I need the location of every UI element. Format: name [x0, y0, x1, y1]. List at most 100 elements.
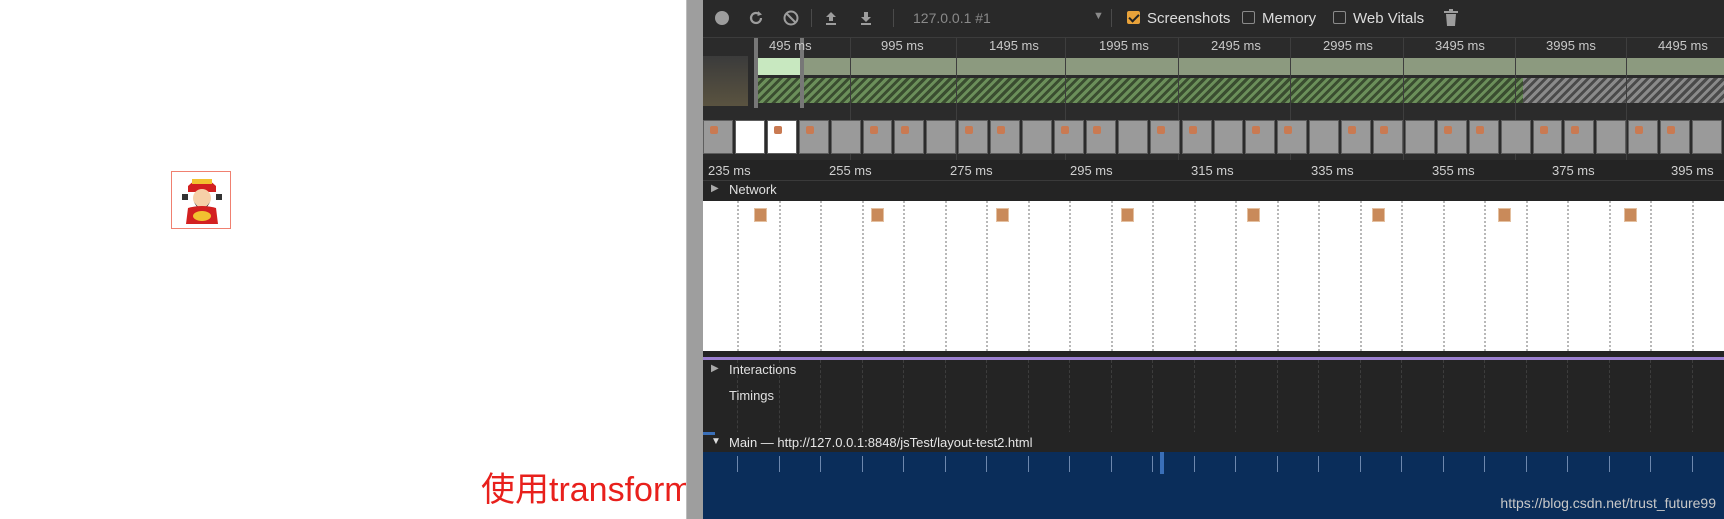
screenshot-thumbnail[interactable] — [1181, 120, 1212, 154]
selection-left-handle[interactable] — [754, 38, 758, 108]
main-task-block[interactable] — [1160, 452, 1164, 474]
screenshot-thumbnail[interactable] — [990, 120, 1021, 154]
main-task-tick[interactable] — [1193, 456, 1195, 472]
upload-icon[interactable] — [821, 8, 841, 28]
network-image-request[interactable] — [754, 208, 767, 222]
screenshots-checkbox[interactable] — [1127, 11, 1140, 24]
network-image-request[interactable] — [1121, 208, 1134, 222]
screenshot-thumbnail[interactable] — [1564, 120, 1595, 154]
network-image-request[interactable] — [996, 208, 1009, 222]
screenshot-thumbnail[interactable] — [1149, 120, 1180, 154]
screenshot-thumbnail[interactable] — [1373, 120, 1403, 154]
time-ruler: 235 ms 255 ms 275 ms 295 ms 315 ms 335 m… — [703, 160, 1724, 181]
main-task-tick[interactable] — [903, 456, 904, 472]
main-task-tick[interactable] — [1359, 456, 1361, 472]
chevron-down-icon[interactable]: ▼ — [1093, 10, 1104, 22]
main-task-tick[interactable] — [1318, 456, 1319, 472]
frame-boundary-line — [1484, 201, 1486, 351]
main-task-tick[interactable] — [1276, 456, 1278, 472]
main-task-tick[interactable] — [820, 456, 821, 472]
network-image-request[interactable] — [1624, 208, 1637, 222]
main-task-tick[interactable] — [986, 456, 987, 472]
triangle-down-icon[interactable]: ▼ — [711, 436, 721, 447]
screenshot-thumbnail[interactable] — [1404, 120, 1435, 154]
screenshot-thumbnail[interactable] — [1628, 120, 1659, 154]
screenshot-thumbnail[interactable] — [798, 120, 829, 154]
thumbnail-figure — [1188, 126, 1197, 134]
screenshot-thumbnail[interactable] — [1468, 120, 1499, 154]
main-track-header[interactable]: ▼ Main — http://127.0.0.1:8848/jsTest/la… — [703, 432, 1724, 452]
main-task-tick[interactable] — [1069, 456, 1070, 472]
screenshot-thumbnail[interactable] — [862, 120, 893, 154]
network-track-header[interactable]: ▶ Network — [703, 181, 1724, 201]
triangle-right-icon[interactable]: ▶ — [711, 363, 719, 374]
thumbnail-figure — [1284, 126, 1293, 134]
screenshot-filmstrip[interactable] — [703, 120, 1724, 158]
main-task-tick[interactable] — [1110, 456, 1112, 472]
screenshot-thumbnail[interactable] — [958, 120, 989, 154]
webvitals-checkbox[interactable] — [1333, 11, 1346, 24]
main-task-tick[interactable] — [1567, 456, 1568, 472]
main-task-tick[interactable] — [778, 456, 780, 472]
main-task-tick[interactable] — [1027, 456, 1029, 472]
triangle-right-icon[interactable]: ▶ — [711, 183, 719, 194]
screenshot-thumbnail[interactable] — [1596, 120, 1627, 154]
main-task-tick[interactable] — [944, 456, 946, 472]
main-task-tick[interactable] — [1442, 456, 1444, 472]
thumbnail-figure — [1475, 126, 1484, 134]
screenshot-thumbnail[interactable] — [926, 120, 957, 154]
frame-boundary-line — [1235, 201, 1237, 351]
screenshot-thumbnail[interactable] — [1532, 120, 1563, 154]
reload-icon[interactable] — [746, 8, 766, 28]
timeline-overview[interactable]: 495 ms 995 ms 1495 ms 1995 ms 2495 ms 29… — [703, 38, 1724, 160]
main-task-tick[interactable] — [1235, 456, 1236, 472]
overview-selection[interactable] — [758, 58, 800, 75]
main-task-tick[interactable] — [1691, 456, 1693, 472]
screenshot-thumbnail[interactable] — [1692, 120, 1722, 154]
screenshot-thumbnail[interactable] — [1660, 120, 1691, 154]
ruler-tick: 235 ms — [708, 163, 751, 178]
frame-boundary-line — [1525, 201, 1528, 351]
main-task-tick[interactable] — [737, 456, 738, 472]
network-image-request[interactable] — [871, 208, 884, 222]
main-task-tick[interactable] — [1650, 456, 1651, 472]
ruler-tick: 315 ms — [1191, 163, 1234, 178]
screenshot-thumbnail[interactable] — [1085, 120, 1116, 154]
download-icon[interactable] — [856, 8, 876, 28]
screenshot-thumbnail[interactable] — [703, 120, 733, 154]
main-task-tick[interactable] — [1608, 456, 1610, 472]
clear-icon[interactable] — [781, 8, 801, 28]
screenshot-thumbnail[interactable] — [1277, 120, 1308, 154]
screenshot-thumbnail[interactable] — [1053, 120, 1084, 154]
network-image-request[interactable] — [1372, 208, 1385, 222]
network-image-request[interactable] — [1498, 208, 1511, 222]
screenshot-thumbnail[interactable] — [1213, 120, 1244, 154]
panel-divider[interactable] — [686, 0, 703, 519]
frame-boundary-line — [1442, 201, 1445, 351]
frame-boundary-line — [1567, 201, 1569, 351]
screenshot-thumbnail[interactable] — [1436, 120, 1467, 154]
screenshot-thumbnail[interactable] — [1341, 120, 1372, 154]
screenshot-thumbnail[interactable] — [734, 120, 765, 154]
network-image-request[interactable] — [1247, 208, 1260, 222]
main-task-tick[interactable] — [1152, 456, 1153, 472]
screenshot-thumbnail[interactable] — [1245, 120, 1276, 154]
main-task-tick[interactable] — [1484, 456, 1485, 472]
screenshot-thumbnail[interactable] — [1500, 120, 1531, 154]
frame-boundary-line — [737, 201, 739, 351]
target-select[interactable]: 127.0.0.1 #1 — [913, 10, 991, 26]
main-task-tick[interactable] — [861, 456, 863, 472]
main-task-tick[interactable] — [1525, 456, 1527, 472]
interactions-track-header[interactable]: ▶ Interactions — [703, 361, 1724, 381]
trash-icon[interactable] — [1444, 9, 1458, 31]
thumbnail-figure — [1443, 126, 1452, 134]
screenshot-thumbnail[interactable] — [894, 120, 925, 154]
record-icon[interactable] — [712, 8, 732, 28]
screenshot-thumbnail[interactable] — [1117, 120, 1148, 154]
screenshot-thumbnail[interactable] — [830, 120, 861, 154]
main-task-tick[interactable] — [1401, 456, 1402, 472]
screenshot-thumbnail[interactable] — [1022, 120, 1052, 154]
screenshot-thumbnail[interactable] — [1309, 120, 1340, 154]
memory-checkbox[interactable] — [1242, 11, 1255, 24]
screenshot-thumbnail[interactable] — [766, 120, 797, 154]
